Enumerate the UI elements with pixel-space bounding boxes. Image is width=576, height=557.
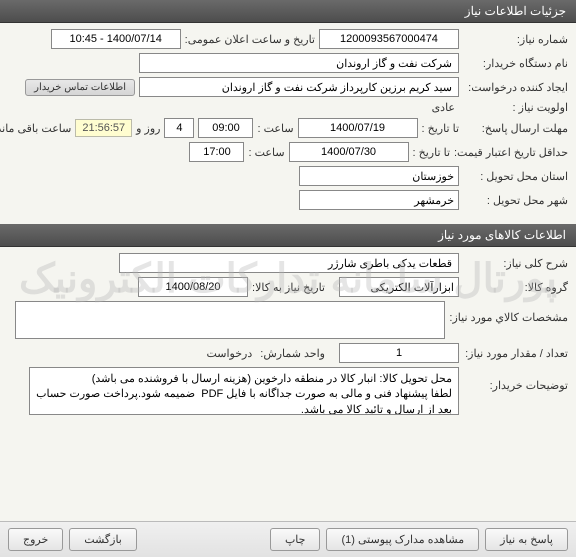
- value-priority: عادی: [432, 101, 459, 114]
- badge-contact[interactable]: اطلاعات تماس خریدار: [25, 79, 135, 96]
- input-need-date[interactable]: [138, 277, 248, 297]
- label-priority: اولویت نیاز :: [463, 101, 568, 114]
- input-days-left: [164, 118, 194, 138]
- input-announce[interactable]: [51, 29, 181, 49]
- label-unit: واحد شمارش:: [260, 347, 325, 360]
- print-button[interactable]: چاپ: [270, 528, 321, 551]
- input-qty[interactable]: [339, 343, 459, 363]
- exit-button[interactable]: خروج: [8, 528, 63, 551]
- value-unit: درخواست: [206, 347, 256, 360]
- section-header-details: جزئیات اطلاعات نیاز: [0, 0, 576, 23]
- label-goods-spec: مشخصات کالاي مورد نیاز:: [449, 301, 568, 324]
- input-resp-time[interactable]: [198, 118, 253, 138]
- label-time-2: ساعت :: [248, 146, 284, 159]
- label-qty: تعداد / مقدار مورد نیاز:: [463, 347, 568, 360]
- input-need-no[interactable]: [319, 29, 459, 49]
- footer-toolbar: پاسخ به نیاز مشاهده مدارک پیوستی (1) چاپ…: [0, 521, 576, 557]
- label-price-validity: حداقل تاریخ اعتبار قیمت:: [454, 146, 568, 159]
- input-resp-date[interactable]: [298, 118, 418, 138]
- label-need-no: شماره نیاز:: [463, 33, 568, 46]
- label-buyer: نام دستگاه خریدار:: [463, 57, 568, 70]
- input-price-time[interactable]: [189, 142, 244, 162]
- label-requester: ایجاد کننده درخواست:: [463, 81, 568, 94]
- label-buyer-notes: توضیحات خریدار:: [463, 367, 568, 392]
- label-time-1: ساعت :: [257, 122, 293, 135]
- label-to-date-1: تا تاریخ :: [422, 122, 459, 135]
- respond-button[interactable]: پاسخ به نیاز: [485, 528, 568, 551]
- label-announce: تاریخ و ساعت اعلان عمومی:: [185, 33, 315, 46]
- textarea-goods-spec[interactable]: [15, 301, 445, 339]
- label-remaining: ساعت باقی مانده: [0, 122, 71, 135]
- time-remaining: 21:56:57: [75, 119, 132, 137]
- goods-form: شرح کلی نیاز: گروه کالا: تاریخ نیاز به ک…: [0, 247, 576, 429]
- back-button[interactable]: بازگشت: [69, 528, 137, 551]
- details-form: شماره نیاز: تاریخ و ساعت اعلان عمومی: نا…: [0, 23, 576, 224]
- input-gen-desc[interactable]: [119, 253, 459, 273]
- input-buyer[interactable]: [139, 53, 459, 73]
- label-city: شهر محل تحویل :: [463, 194, 568, 207]
- label-need-date: تاریخ نیاز به کالا:: [252, 281, 325, 294]
- label-to-date-2: تا تاریخ :: [413, 146, 450, 159]
- label-province: استان محل تحویل :: [463, 170, 568, 183]
- input-goods-group[interactable]: [339, 277, 459, 297]
- input-city[interactable]: [299, 190, 459, 210]
- label-days-and: روز و: [136, 122, 160, 135]
- input-requester[interactable]: [139, 77, 459, 97]
- input-price-date[interactable]: [289, 142, 409, 162]
- section-header-goods: اطلاعات کالاهای مورد نیاز: [0, 224, 576, 247]
- input-province[interactable]: [299, 166, 459, 186]
- label-gen-desc: شرح کلی نیاز:: [463, 257, 568, 270]
- label-goods-group: گروه کالا:: [463, 281, 568, 294]
- textarea-buyer-notes[interactable]: [29, 367, 459, 415]
- label-resp-deadline: مهلت ارسال پاسخ:: [463, 122, 568, 135]
- attachments-button[interactable]: مشاهده مدارک پیوستی (1): [326, 528, 479, 551]
